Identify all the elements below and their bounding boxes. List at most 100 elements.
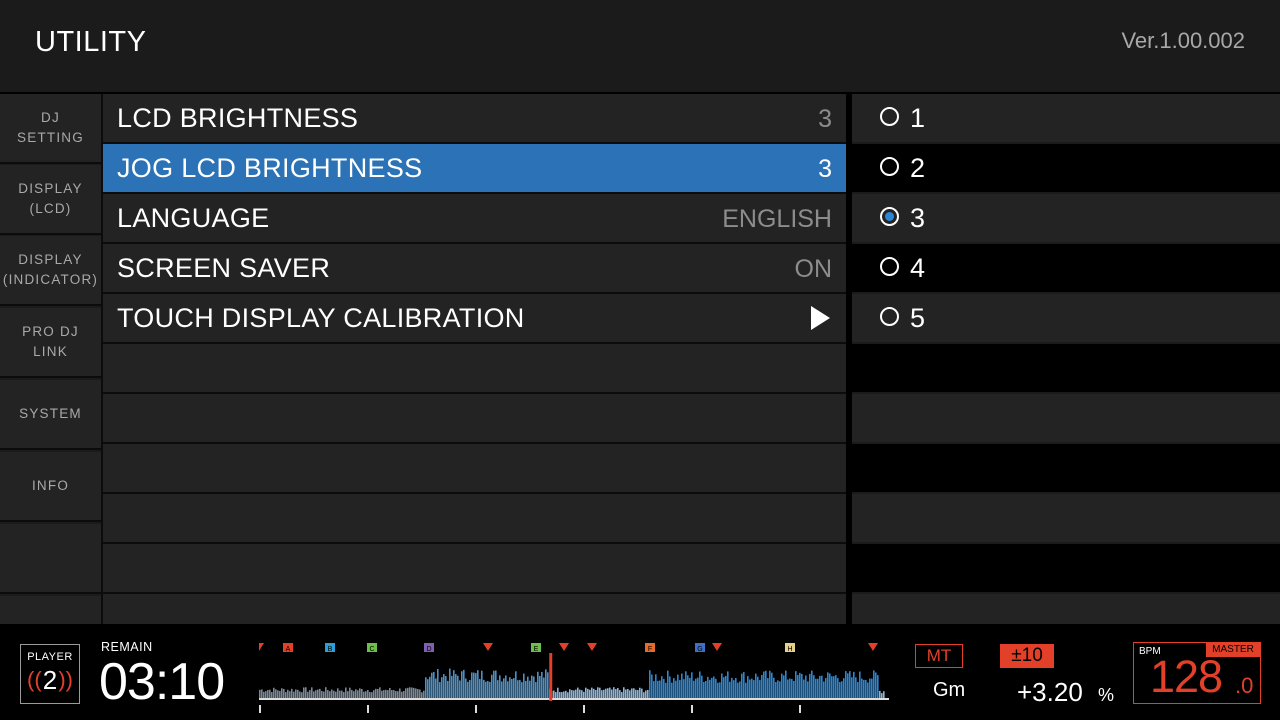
- waveform-bar: [645, 690, 647, 699]
- waveform-bar: [607, 688, 609, 699]
- waveform-bar: [361, 688, 363, 699]
- waveform-bar: [283, 688, 285, 699]
- waveform-bar: [753, 680, 755, 699]
- option-item-3[interactable]: 3: [852, 194, 1280, 242]
- menu-row-touch-display-calibration[interactable]: TOUCH DISPLAY CALIBRATION: [103, 294, 846, 344]
- waveform-bar: [713, 676, 715, 699]
- menu-row-language[interactable]: LANGUAGE ENGLISH: [103, 194, 846, 244]
- waveform-bar: [479, 679, 481, 699]
- waveform-bar: [287, 689, 289, 699]
- menu-row-screen-saver[interactable]: SCREEN SAVER ON: [103, 244, 846, 294]
- waveform-bar: [643, 692, 645, 699]
- waveform-bar: [687, 675, 689, 699]
- waveform-bar: [519, 679, 521, 699]
- option-item-2[interactable]: 2: [852, 144, 1280, 192]
- waveform-bar: [611, 689, 613, 699]
- menu-row-empty: [103, 494, 846, 544]
- playhead: [549, 653, 553, 701]
- waveform-bar: [669, 676, 671, 699]
- cue-marker-label: C: [369, 646, 374, 653]
- waveform-bar: [585, 687, 587, 699]
- waveform-bar: [311, 687, 313, 699]
- waveform-bar: [563, 691, 565, 699]
- sidebar: DJ SETTING DISPLAY (LCD) DISPLAY (INDICA…: [0, 94, 101, 624]
- cue-marker-label: H: [787, 646, 792, 653]
- waveform-tick: [367, 705, 369, 713]
- waveform-bar: [879, 690, 881, 699]
- waveform-bar: [667, 670, 669, 699]
- waveform-bar: [429, 676, 431, 699]
- sidebar-item-info[interactable]: INFO: [0, 452, 101, 522]
- track-waveform[interactable]: A B C D E F G H: [259, 639, 890, 719]
- sidebar-item-display-indicator[interactable]: DISPLAY (INDICATOR): [0, 236, 101, 306]
- waveform-bar: [783, 675, 785, 699]
- option-item-1[interactable]: 1: [852, 94, 1280, 142]
- waveform-bar: [387, 690, 389, 699]
- waveform-bar: [259, 689, 261, 699]
- waveform-bar: [817, 678, 819, 699]
- waveform-bar: [441, 677, 443, 699]
- play-arrow-icon: [811, 306, 830, 330]
- waveform-bar: [731, 677, 733, 699]
- waveform-bar: [279, 690, 281, 699]
- menu-row-empty: [103, 394, 846, 444]
- waveform-bar: [877, 675, 879, 699]
- sidebar-item-display-lcd[interactable]: DISPLAY (LCD): [0, 165, 101, 235]
- option-item-4[interactable]: 4: [852, 244, 1280, 292]
- waveform-bar: [699, 671, 701, 699]
- waveform-bar: [689, 677, 691, 699]
- waveform-bar: [447, 680, 449, 699]
- waveform-bar: [271, 692, 273, 699]
- waveform-bar: [539, 675, 541, 699]
- waveform-bar: [715, 678, 717, 699]
- waveform-bar: [827, 672, 829, 699]
- waveform-bar: [605, 688, 607, 699]
- deck-status-bar: PLAYER (( 2 )) REMAIN 03:10 ABCDEFGH MT …: [0, 624, 1280, 720]
- waveform-bar: [477, 670, 479, 699]
- waveform-bar: [469, 680, 471, 699]
- sidebar-item-dj-setting[interactable]: DJ SETTING: [0, 94, 101, 164]
- waveform-bar: [701, 675, 703, 699]
- waveform-bar: [391, 690, 393, 699]
- radio-icon: [880, 257, 899, 276]
- menu-row-lcd-brightness[interactable]: LCD BRIGHTNESS 3: [103, 94, 846, 144]
- waveform-bar: [755, 673, 757, 699]
- option-label: 1: [910, 103, 926, 133]
- waveform-bar: [719, 682, 721, 699]
- waveform-bar: [579, 689, 581, 699]
- waveform-bar: [413, 687, 415, 699]
- waveform-bar: [437, 668, 439, 699]
- waveform-bar: [659, 680, 661, 699]
- waveform-bar: [411, 687, 413, 699]
- waveform-bar: [589, 689, 591, 699]
- waveform-bar: [871, 678, 873, 699]
- waveform-bar: [261, 689, 263, 699]
- signal-wave-right-icon: )): [58, 667, 73, 692]
- waveform-bar: [671, 682, 673, 699]
- menu-row-jog-lcd-brightness[interactable]: JOG LCD BRIGHTNESS 3: [103, 144, 846, 194]
- waveform-bar: [651, 674, 653, 699]
- waveform-bar: [505, 675, 507, 699]
- waveform-bar: [859, 671, 861, 699]
- option-item-5[interactable]: 5: [852, 294, 1280, 342]
- sidebar-item-system[interactable]: SYSTEM: [0, 380, 101, 450]
- waveform-bar: [347, 691, 349, 699]
- waveform-bar: [809, 673, 811, 699]
- waveform-bar: [623, 687, 625, 699]
- sidebar-item-pro-dj-link[interactable]: PRO DJ LINK: [0, 308, 101, 378]
- waveform-bar: [269, 689, 271, 699]
- waveform-bar: [759, 680, 761, 699]
- waveform-bar: [371, 692, 373, 699]
- waveform-bar: [767, 678, 769, 699]
- waveform-bar: [365, 691, 367, 699]
- waveform-bar: [807, 681, 809, 699]
- waveform-bar: [835, 675, 837, 699]
- waveform-bar: [697, 677, 699, 699]
- waveform-bar: [573, 690, 575, 699]
- bpm-decimal: .0: [1235, 673, 1254, 698]
- waveform-bar: [627, 688, 629, 699]
- waveform-bar: [855, 677, 857, 699]
- waveform-bar: [781, 673, 783, 699]
- waveform-bar: [683, 679, 685, 699]
- waveform-bar: [513, 678, 515, 699]
